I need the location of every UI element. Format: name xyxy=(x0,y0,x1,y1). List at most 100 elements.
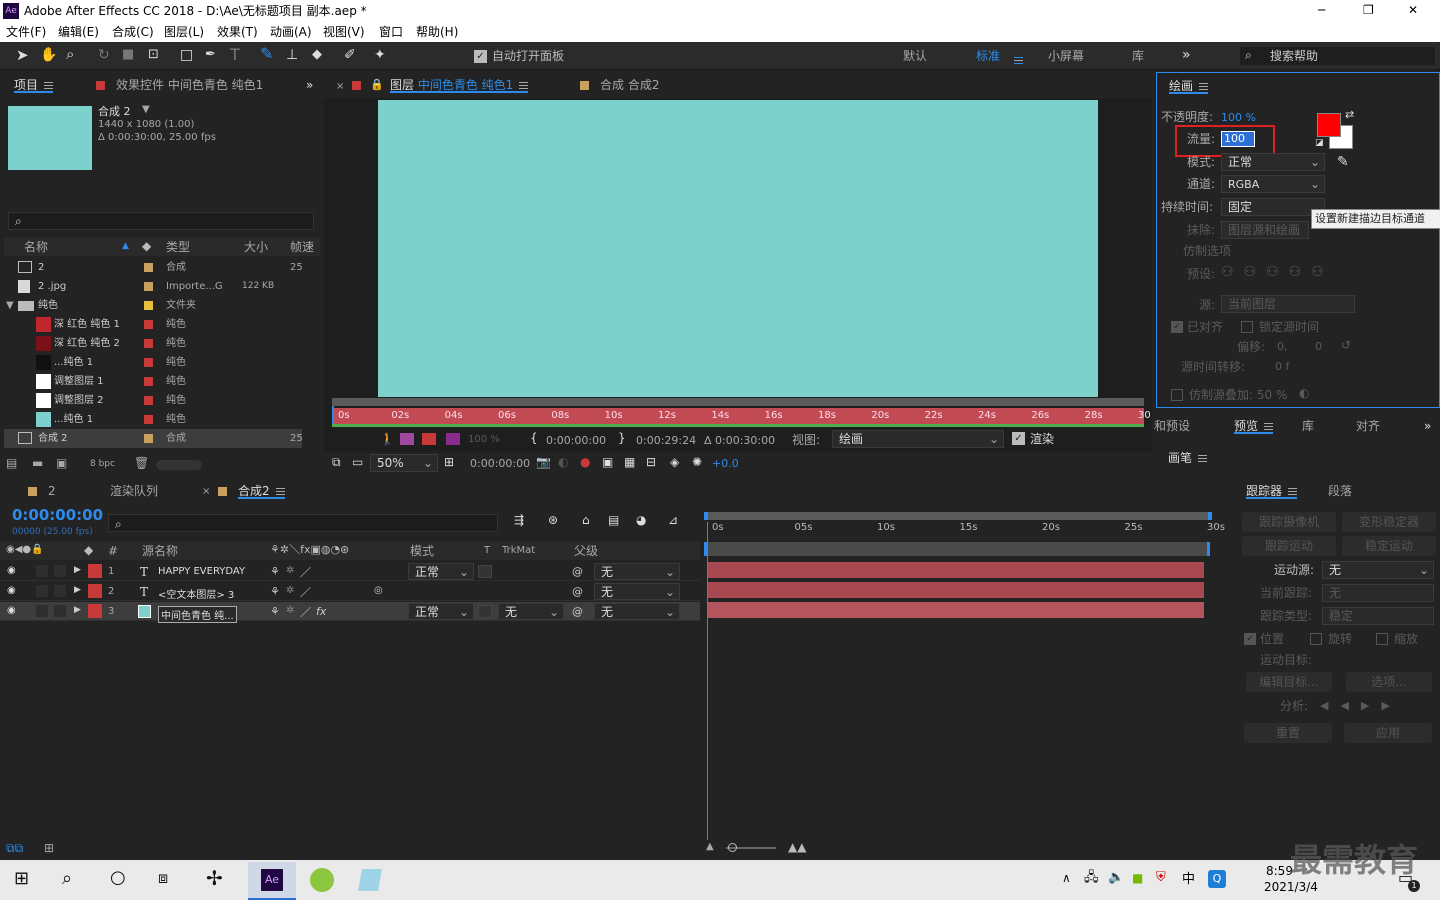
parent-dropdown[interactable]: 无 ⌄ xyxy=(594,563,680,580)
current-track-dropdown[interactable]: 无 xyxy=(1322,584,1434,602)
timeline-current-time[interactable]: 0:00:00:00 xyxy=(12,508,103,523)
source-dropdown[interactable]: 当前图层 xyxy=(1221,295,1355,313)
quality-switch-icon[interactable]: ／ xyxy=(300,604,311,620)
pen-tool-icon[interactable]: ✒ xyxy=(205,48,216,61)
warp-stabilizer-button[interactable]: 变形稳定器 xyxy=(1342,512,1436,532)
new-comp-icon[interactable]: ▣ xyxy=(56,457,67,469)
tab-effects-presets[interactable]: 和预设 xyxy=(1154,418,1190,434)
layer-switches-toggle-icon[interactable]: ⧉⧉ xyxy=(6,842,23,854)
lock-switch[interactable] xyxy=(54,605,66,617)
nvidia-icon[interactable]: ■ xyxy=(1132,872,1143,884)
eye-icon[interactable]: ◉ xyxy=(7,605,16,616)
render-checkbox[interactable]: ✓ xyxy=(1012,432,1025,445)
channel-icon[interactable]: ● xyxy=(580,456,590,468)
project-item[interactable]: 合成 2 合成 25 xyxy=(4,429,303,448)
time-shift-value[interactable]: 0 f xyxy=(1275,361,1289,372)
close-tab-icon[interactable]: × xyxy=(202,487,210,497)
parent-dropdown[interactable]: 无 ⌄ xyxy=(594,583,680,600)
options-button[interactable]: 选项... xyxy=(1346,672,1432,692)
timeline-search-input[interactable]: ⌕ xyxy=(108,514,498,532)
project-item[interactable]: 深 红色 纯色 2 纯色 xyxy=(4,334,302,353)
opacity-value[interactable]: 100 % xyxy=(1221,112,1256,123)
position-checkbox[interactable]: ✓ xyxy=(1244,633,1256,645)
tab-comp-2-zero[interactable]: 2 xyxy=(48,483,56,499)
current-time[interactable]: 0:00:00:00 xyxy=(470,458,530,469)
color-swatch-purple[interactable] xyxy=(400,433,414,445)
stabilize-motion-button[interactable]: 稳定运动 xyxy=(1342,536,1436,556)
track-motion-button[interactable]: 跟踪运动 xyxy=(1242,536,1336,556)
col-trkmat[interactable]: TrkMat xyxy=(502,546,535,556)
solo-switch[interactable] xyxy=(36,565,48,577)
volume-icon[interactable]: 🔈 xyxy=(1108,871,1124,884)
expand-arrow-icon[interactable]: ▶ xyxy=(74,565,81,575)
bpc-label[interactable]: 8 bpc xyxy=(90,460,115,469)
cortana-icon[interactable]: ○ xyxy=(110,869,126,887)
reset-exposure-icon[interactable]: ◈ xyxy=(670,456,679,468)
out-point-icon[interactable]: } xyxy=(618,432,626,444)
project-item[interactable]: 2 合成 25 xyxy=(4,258,303,277)
lock-icon[interactable]: 🔒 xyxy=(370,79,384,90)
motion-source-dropdown[interactable]: 无 ⌄ xyxy=(1322,561,1434,579)
snapshot-icon[interactable]: 📷 xyxy=(536,456,551,468)
quality-switch-icon[interactable]: ／ xyxy=(300,584,311,600)
reset-offset-icon[interactable]: ↺ xyxy=(1341,339,1351,351)
roto-brush-tool-icon[interactable]: ✐ xyxy=(344,48,356,62)
lock-switch[interactable] xyxy=(54,585,66,597)
color-swatch-red[interactable] xyxy=(422,433,436,445)
foreground-color-swatch[interactable] xyxy=(1317,113,1341,137)
workspace-small-screen[interactable]: 小屏幕 xyxy=(1048,50,1084,62)
in-point-icon[interactable]: { xyxy=(530,432,538,444)
playhead-mini[interactable] xyxy=(332,406,334,424)
swap-colors-icon[interactable]: ⇄ xyxy=(1345,109,1354,120)
col-parent[interactable]: 父级 xyxy=(574,545,598,557)
tab-paint[interactable]: 绘画 xyxy=(1169,78,1209,94)
tab-timeline-comp2[interactable]: 合成2 xyxy=(238,483,285,499)
shy-switch-icon[interactable]: ⚘ xyxy=(270,565,280,578)
camera-tool-icon[interactable]: ■ xyxy=(122,48,134,61)
solo-switch[interactable] xyxy=(36,605,48,617)
clock-time[interactable]: 8:59 xyxy=(1266,865,1293,877)
menu-window[interactable]: 窗口 xyxy=(379,26,403,38)
panel-more-icon[interactable]: » xyxy=(1424,420,1431,432)
layer-canvas[interactable] xyxy=(378,100,1098,397)
tab-render-queue[interactable]: 渲染队列 xyxy=(110,483,158,499)
layer-name[interactable]: <空文本图层> 3 xyxy=(158,586,234,601)
pan-behind-tool-icon[interactable]: ⊡ xyxy=(148,48,159,61)
pick-whip-icon[interactable]: @ xyxy=(572,605,583,618)
project-item[interactable]: ...纯色 1 纯色 xyxy=(4,410,302,429)
rotation-checkbox[interactable] xyxy=(1310,633,1322,645)
layer-row[interactable]: ◉ ▶ 3 中间色青色 纯... ⚘ ✲ ／ fx 正常 ⌄ 无 ⌄ @ 无 ⌄ xyxy=(0,602,700,623)
tab-layer[interactable]: 图层 中间色青色 纯色1 xyxy=(390,77,529,93)
expand-arrow-icon[interactable]: ▶ xyxy=(74,605,81,615)
scale-checkbox[interactable] xyxy=(1376,633,1388,645)
col-source-name[interactable]: 源名称 xyxy=(142,545,178,557)
layer-label-color[interactable] xyxy=(88,564,102,578)
eraser-tool-icon[interactable]: ◆ xyxy=(312,48,322,61)
analyze-controls-icons[interactable]: ◀◀▶▶ xyxy=(1320,700,1402,711)
layer-label-color[interactable] xyxy=(88,584,102,598)
layer-name[interactable]: 中间色青色 纯... xyxy=(158,606,237,623)
layer-row[interactable]: ◉ ▶ 2 T <空文本图层> 3 ⚘ ✲ ／ ◎ @ 无 ⌄ xyxy=(0,582,700,601)
quality-switch-icon[interactable]: ／ xyxy=(300,564,311,580)
menu-edit[interactable]: 编辑(E) xyxy=(58,26,99,38)
monitor-icon[interactable]: ▭ xyxy=(352,456,363,468)
always-preview-icon[interactable]: ⧉ xyxy=(332,456,341,468)
green-app-icon[interactable] xyxy=(310,868,334,892)
maximize-icon[interactable]: ❐ xyxy=(1363,4,1374,16)
shy-switch-icon[interactable]: ⚘ xyxy=(270,605,280,618)
task-view-icon[interactable]: ⧈ xyxy=(158,870,168,886)
ime-indicator[interactable]: 中 xyxy=(1182,873,1195,886)
transparency-grid-icon[interactable]: ▦ xyxy=(624,456,635,468)
expand-arrow-icon[interactable]: ▶ xyxy=(74,585,81,595)
duration-dropdown[interactable]: 固定 xyxy=(1221,198,1325,216)
qq-icon[interactable]: Q xyxy=(1208,870,1226,888)
zoom-out-icon[interactable]: ▲ xyxy=(706,842,714,852)
layer-bar-1[interactable] xyxy=(708,562,1204,578)
eye-icon[interactable]: ◉ xyxy=(7,585,16,596)
in-point-time[interactable]: 0:00:00:00 xyxy=(546,435,606,446)
menu-animation[interactable]: 动画(A) xyxy=(270,26,312,38)
selection-tool-icon[interactable]: ➤ xyxy=(16,48,29,63)
workspace-default[interactable]: 默认 xyxy=(903,50,927,62)
tab-tracker[interactable]: 跟踪器 xyxy=(1246,483,1298,499)
clone-preset-icons[interactable]: ⚇⚇⚇⚇⚇ xyxy=(1221,265,1334,279)
